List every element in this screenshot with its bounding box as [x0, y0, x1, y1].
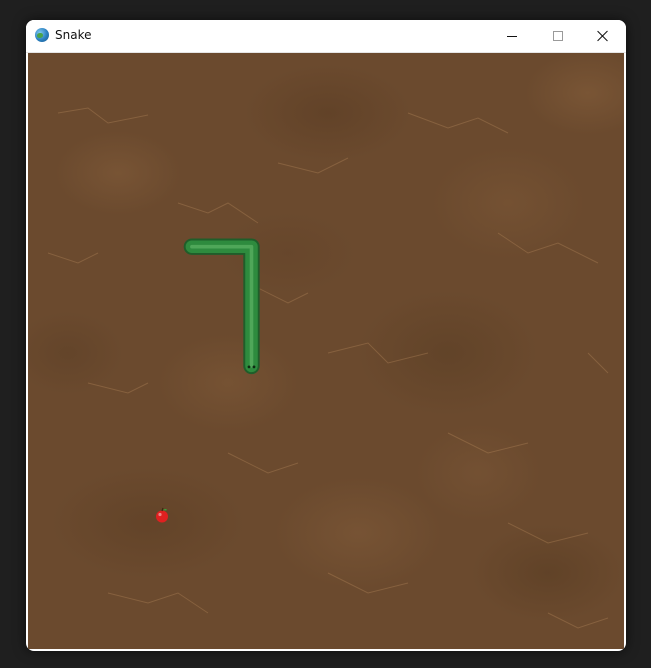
title-bar[interactable]: Snake: [26, 20, 626, 53]
snake-highlight: [190, 244, 254, 368]
snake-eye: [247, 365, 251, 369]
close-button[interactable]: [580, 20, 626, 52]
game-window: Snake: [26, 20, 626, 651]
window-title: Snake: [55, 28, 92, 42]
close-icon: [597, 30, 609, 42]
game-board[interactable]: [28, 53, 624, 649]
snake: [183, 238, 260, 375]
snake-eye: [252, 365, 256, 369]
minimize-icon: [507, 35, 517, 37]
minimize-button[interactable]: [489, 20, 535, 52]
globe-icon: [35, 28, 49, 42]
maximize-button[interactable]: [535, 20, 581, 52]
snake-body: [185, 240, 258, 373]
maximize-icon: [553, 31, 563, 41]
snake-outline: [183, 238, 260, 375]
apple-icon: [156, 507, 169, 523]
